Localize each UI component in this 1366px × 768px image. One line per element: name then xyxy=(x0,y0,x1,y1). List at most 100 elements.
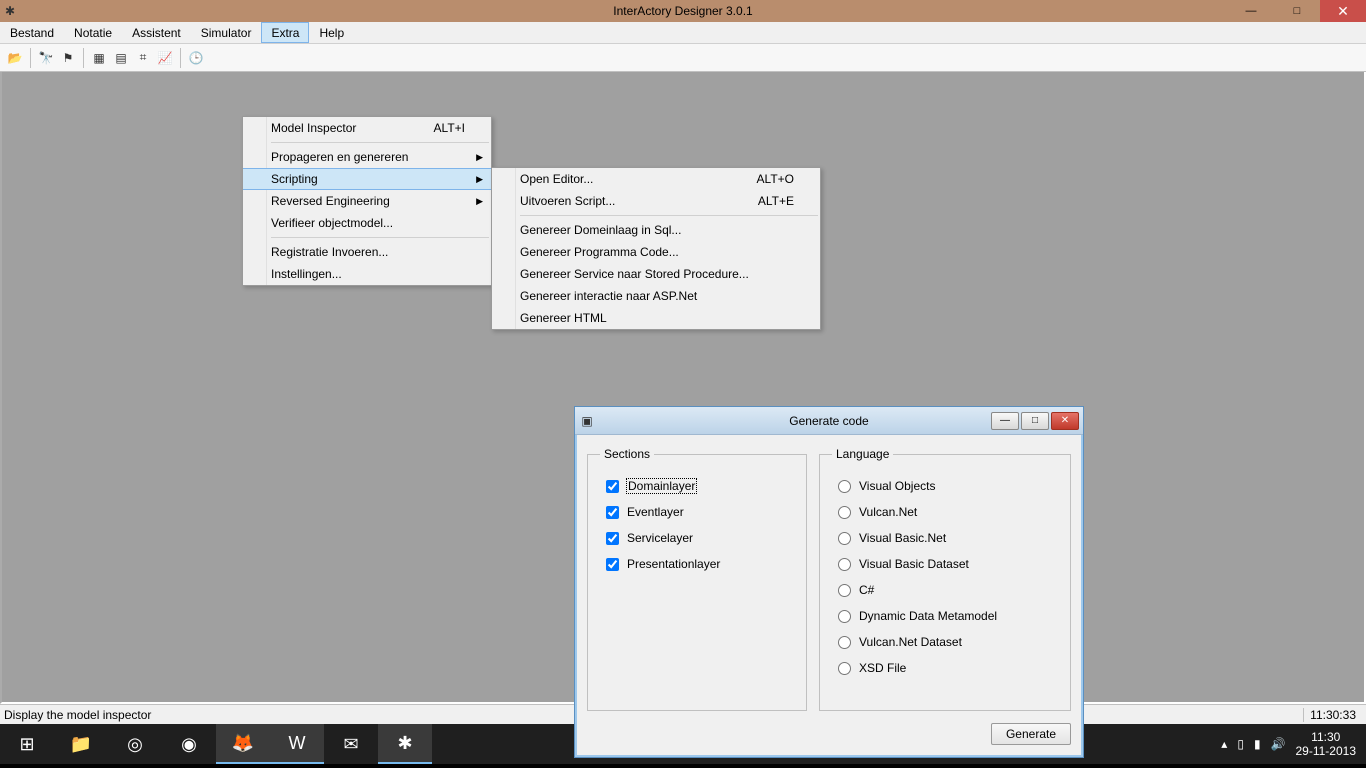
radio-xsd-file[interactable] xyxy=(838,662,851,675)
window-controls: — □ ✕ xyxy=(1228,0,1366,22)
radio-csharp[interactable] xyxy=(838,584,851,597)
flag-icon[interactable]: ⚑ xyxy=(57,47,79,69)
binoculars-icon[interactable]: 🔭 xyxy=(35,47,57,69)
checkbox-servicelayer[interactable] xyxy=(606,532,619,545)
taskbar-firefox-icon[interactable]: 🦊 xyxy=(216,724,270,764)
tray-clock[interactable]: 11:30 29-11-2013 xyxy=(1296,730,1357,759)
dialog-maximize-button[interactable]: □ xyxy=(1021,412,1049,430)
taskbar-hp-icon[interactable]: ◎ xyxy=(108,724,162,764)
checkbox-label: Domainlayer xyxy=(627,479,696,493)
taskbar-outlook-icon[interactable]: ✉ xyxy=(324,724,378,764)
section-domainlayer[interactable]: Domainlayer xyxy=(606,479,794,493)
menu-bar: Bestand Notatie Assistent Simulator Extr… xyxy=(0,22,1366,44)
sections-legend: Sections xyxy=(600,447,654,461)
workspace: Model Inspector ALT+I Propageren en gene… xyxy=(0,72,1366,704)
tray-time: 11:30 xyxy=(1296,730,1357,744)
radio-label: Dynamic Data Metamodel xyxy=(859,609,997,623)
submenu-arrow-icon: ▶ xyxy=(476,174,483,185)
menu-item-propageren[interactable]: Propageren en genereren ▶ xyxy=(243,146,491,168)
language-xsd-file[interactable]: XSD File xyxy=(838,661,1058,675)
menu-item-label: Genereer Service naar Stored Procedure..… xyxy=(520,267,749,281)
menu-item-open-editor[interactable]: Open Editor... ALT+O xyxy=(492,168,820,190)
menu-item-label: Uitvoeren Script... xyxy=(520,194,615,208)
menu-item-genereer-sql[interactable]: Genereer Domeinlaag in Sql... xyxy=(492,219,820,241)
generate-code-dialog: ▣ Generate code — □ ✕ Sections Domainlay… xyxy=(574,406,1084,758)
radio-label: C# xyxy=(859,583,874,597)
menu-item-shortcut: ALT+O xyxy=(717,172,794,186)
tray-battery-icon[interactable]: ▯ xyxy=(1237,737,1244,751)
close-button[interactable]: ✕ xyxy=(1320,0,1366,22)
menu-item-reversed-engineering[interactable]: Reversed Engineering ▶ xyxy=(243,190,491,212)
toolbar-separator xyxy=(83,48,84,68)
language-dynamic-metamodel[interactable]: Dynamic Data Metamodel xyxy=(838,609,1058,623)
grid-icon[interactable]: ▦ xyxy=(88,47,110,69)
menu-item-scripting[interactable]: Scripting ▶ xyxy=(243,168,491,190)
radio-dynamic-metamodel[interactable] xyxy=(838,610,851,623)
menu-item-genereer-stored-proc[interactable]: Genereer Service naar Stored Procedure..… xyxy=(492,263,820,285)
menu-extra[interactable]: Extra xyxy=(261,22,309,43)
menu-item-instellingen[interactable]: Instellingen... xyxy=(243,263,491,285)
clock-icon[interactable]: 🕒 xyxy=(185,47,207,69)
menu-item-registratie[interactable]: Registratie Invoeren... xyxy=(243,241,491,263)
menu-item-verifieer[interactable]: Verifieer objectmodel... xyxy=(243,212,491,234)
maximize-button[interactable]: □ xyxy=(1274,0,1320,22)
section-eventlayer[interactable]: Eventlayer xyxy=(606,505,794,519)
dialog-body: Sections Domainlayer Eventlayer Servicel… xyxy=(575,435,1083,723)
menu-notatie[interactable]: Notatie xyxy=(64,22,122,43)
radio-vulcan-net[interactable] xyxy=(838,506,851,519)
section-presentationlayer[interactable]: Presentationlayer xyxy=(606,557,794,571)
menu-divider xyxy=(520,215,818,216)
menu-help[interactable]: Help xyxy=(309,22,354,43)
dialog-icon: ▣ xyxy=(575,414,599,428)
tray-chevron-icon[interactable]: ▴ xyxy=(1221,737,1227,751)
radio-vb-dataset[interactable] xyxy=(838,558,851,571)
menu-simulator[interactable]: Simulator xyxy=(191,22,262,43)
chart-icon[interactable]: 📈 xyxy=(154,47,176,69)
tray-wifi-icon[interactable]: ▮ xyxy=(1254,737,1261,751)
generate-button[interactable]: Generate xyxy=(991,723,1071,745)
menu-item-label: Instellingen... xyxy=(271,267,342,281)
dialog-close-button[interactable]: ✕ xyxy=(1051,412,1079,430)
language-vulcan-net[interactable]: Vulcan.Net xyxy=(838,505,1058,519)
language-vb-dataset[interactable]: Visual Basic Dataset xyxy=(838,557,1058,571)
calendar-icon[interactable]: ▤ xyxy=(110,47,132,69)
open-icon[interactable]: 📂 xyxy=(4,47,26,69)
tray-volume-icon[interactable]: 🔊 xyxy=(1271,737,1286,751)
checkbox-domainlayer[interactable] xyxy=(606,480,619,493)
menu-bestand[interactable]: Bestand xyxy=(0,22,64,43)
menu-item-uitvoeren-script[interactable]: Uitvoeren Script... ALT+E xyxy=(492,190,820,212)
dialog-minimize-button[interactable]: — xyxy=(991,412,1019,430)
menu-item-label: Model Inspector xyxy=(271,121,356,135)
menu-assistent[interactable]: Assistent xyxy=(122,22,191,43)
crop-icon[interactable]: ⌗ xyxy=(132,47,154,69)
menu-item-genereer-html[interactable]: Genereer HTML xyxy=(492,307,820,329)
menu-extra-popup: Model Inspector ALT+I Propageren en gene… xyxy=(242,116,492,286)
taskbar-app-icon[interactable]: ✱ xyxy=(378,724,432,764)
radio-label: Visual Basic Dataset xyxy=(859,557,969,571)
checkbox-eventlayer[interactable] xyxy=(606,506,619,519)
submenu-arrow-icon: ▶ xyxy=(476,152,483,163)
radio-vb-net[interactable] xyxy=(838,532,851,545)
menu-item-genereer-aspnet[interactable]: Genereer interactie naar ASP.Net xyxy=(492,285,820,307)
menu-item-label: Registratie Invoeren... xyxy=(271,245,388,259)
radio-vulcan-dataset[interactable] xyxy=(838,636,851,649)
menu-item-genereer-code[interactable]: Genereer Programma Code... xyxy=(492,241,820,263)
checkbox-presentationlayer[interactable] xyxy=(606,558,619,571)
language-csharp[interactable]: C# xyxy=(838,583,1058,597)
menu-item-model-inspector[interactable]: Model Inspector ALT+I xyxy=(243,117,491,139)
language-vulcan-dataset[interactable]: Vulcan.Net Dataset xyxy=(838,635,1058,649)
system-tray[interactable]: ▴ ▯ ▮ 🔊 11:30 29-11-2013 xyxy=(1221,730,1366,759)
menu-item-label: Genereer Domeinlaag in Sql... xyxy=(520,223,681,237)
taskbar-chrome-icon[interactable]: ◉ xyxy=(162,724,216,764)
taskbar-word-icon[interactable]: W xyxy=(270,724,324,764)
language-visual-objects[interactable]: Visual Objects xyxy=(838,479,1058,493)
taskbar-explorer-icon[interactable]: 📁 xyxy=(54,724,108,764)
section-servicelayer[interactable]: Servicelayer xyxy=(606,531,794,545)
radio-visual-objects[interactable] xyxy=(838,480,851,493)
language-vb-net[interactable]: Visual Basic.Net xyxy=(838,531,1058,545)
menu-item-label: Reversed Engineering xyxy=(271,194,390,208)
toolbar-separator xyxy=(30,48,31,68)
start-button[interactable]: ⊞ xyxy=(0,724,54,764)
dialog-titlebar[interactable]: ▣ Generate code — □ ✕ xyxy=(575,407,1083,435)
minimize-button[interactable]: — xyxy=(1228,0,1274,22)
